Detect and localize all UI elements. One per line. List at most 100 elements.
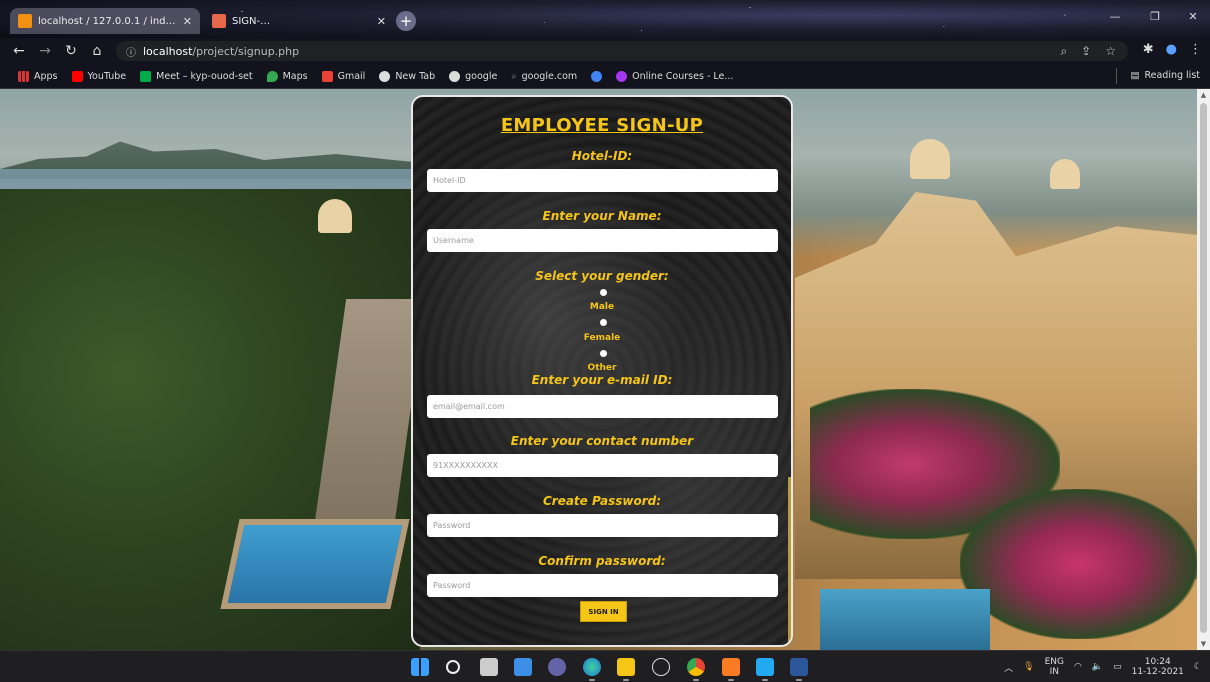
- page-scrollbar[interactable]: ▲ ▼: [1197, 89, 1210, 650]
- windows-start-icon[interactable]: [411, 658, 429, 676]
- word-icon[interactable]: [790, 658, 808, 681]
- tray-chevron-icon[interactable]: ︿: [1004, 661, 1013, 674]
- teams-chat-icon[interactable]: [548, 658, 566, 676]
- forward-arrow-icon[interactable]: →: [32, 43, 58, 59]
- battery-icon[interactable]: ▭: [1113, 662, 1122, 672]
- system-tray: ︿ 🎙 ENG IN ◠ 🔈 ▭ 10:24 11-12-2021 ☾: [1004, 657, 1202, 677]
- bookmark-divider: [1116, 68, 1118, 84]
- wifi-icon[interactable]: ◠: [1074, 662, 1082, 672]
- background-dome: [1050, 159, 1080, 189]
- password-input[interactable]: [427, 514, 778, 537]
- bookmark-apps[interactable]: Apps: [18, 70, 58, 82]
- background-pool: [220, 519, 410, 609]
- background-pool: [820, 589, 990, 650]
- file-explorer-icon[interactable]: [617, 658, 635, 681]
- dell-icon[interactable]: [652, 658, 670, 676]
- back-arrow-icon[interactable]: ←: [6, 43, 32, 59]
- scroll-up-icon[interactable]: ▲: [1197, 91, 1210, 99]
- confirm-password-label: Confirm password:: [538, 554, 666, 568]
- signup-favicon-icon: [212, 14, 226, 28]
- volume-icon[interactable]: 🔈: [1092, 662, 1103, 672]
- restore-icon[interactable]: ❐: [1142, 8, 1168, 26]
- gmail-icon: [321, 70, 333, 82]
- bookmark-google-com[interactable]: ⌕ google.com: [511, 71, 577, 82]
- bookmark-label: Meet – kyp-ouod-set: [156, 70, 253, 82]
- gender-option-label: Male: [589, 302, 615, 312]
- extensions-puzzle-icon[interactable]: ✱: [1143, 42, 1154, 57]
- email-label: Enter your e-mail ID:: [531, 373, 673, 387]
- scroll-down-icon[interactable]: ▼: [1197, 640, 1210, 648]
- region-label: IN: [1049, 667, 1059, 677]
- bookmark-youtube[interactable]: YouTube: [71, 70, 127, 82]
- clock-date: 11-12-2021: [1131, 667, 1184, 677]
- google-g-icon: [591, 70, 603, 82]
- bookmark-star-icon[interactable]: ☆: [1105, 44, 1116, 59]
- close-window-icon[interactable]: ✕: [1180, 8, 1206, 26]
- email-input[interactable]: [427, 395, 778, 418]
- menu-dots-icon[interactable]: ⋮: [1189, 42, 1202, 57]
- bookmarks-bar: Apps YouTube Meet – kyp-ouod-set Maps Gm…: [0, 64, 1210, 89]
- bookmark-label: google: [465, 70, 498, 82]
- home-icon[interactable]: ⌂: [84, 43, 110, 59]
- tab-phpmyadmin[interactable]: localhost / 127.0.0.1 / indrapras ✕: [10, 8, 200, 34]
- youtube-icon: [71, 70, 83, 82]
- background-dome: [318, 199, 352, 233]
- language-indicator[interactable]: ENG IN: [1045, 657, 1064, 677]
- url-host: localhost: [143, 44, 193, 58]
- close-tab-icon[interactable]: ✕: [183, 15, 192, 28]
- globe-icon: [379, 70, 391, 82]
- bookmark-label: google.com: [521, 70, 578, 82]
- bookmark-google-g[interactable]: [591, 70, 603, 82]
- reading-list-button[interactable]: ▤ Reading list: [1116, 68, 1200, 84]
- scrollbar-thumb[interactable]: [1200, 103, 1207, 633]
- search-icon[interactable]: [446, 660, 460, 674]
- search-icon: ⌕: [511, 70, 517, 82]
- profile-avatar-icon[interactable]: ●: [1166, 42, 1177, 57]
- bookmark-label: YouTube: [87, 70, 127, 82]
- new-tab-button[interactable]: +: [396, 11, 416, 31]
- gender-option-label: Female: [583, 333, 621, 343]
- confirm-password-input[interactable]: [427, 574, 778, 597]
- minimize-icon[interactable]: —: [1102, 8, 1128, 26]
- bookmark-label: Maps: [282, 70, 308, 82]
- bookmark-maps[interactable]: Maps: [266, 70, 308, 82]
- task-view-icon[interactable]: [480, 658, 498, 676]
- courses-icon: [616, 70, 628, 82]
- bookmark-new-tab[interactable]: New Tab: [379, 70, 435, 82]
- apps-grid-icon: [18, 70, 29, 82]
- edge-browser-icon[interactable]: [583, 658, 601, 681]
- bookmark-gmail[interactable]: Gmail: [321, 70, 365, 82]
- hotel-id-input[interactable]: [427, 169, 778, 192]
- clock[interactable]: 10:24 11-12-2021: [1132, 657, 1184, 677]
- xampp-icon[interactable]: [722, 658, 740, 681]
- bookmark-google[interactable]: google: [449, 70, 498, 82]
- meet-icon: [140, 70, 152, 82]
- vscode-icon[interactable]: [756, 658, 774, 681]
- microphone-icon[interactable]: 🎙: [1023, 662, 1034, 672]
- contact-number-input[interactable]: [427, 454, 778, 477]
- reload-icon[interactable]: ↻: [58, 43, 84, 59]
- tab-signup[interactable]: SIGN-UP ✕: [204, 8, 394, 34]
- sign-in-button[interactable]: SIGN IN: [580, 601, 627, 622]
- chrome-icon[interactable]: [687, 658, 705, 681]
- tab-title: localhost / 127.0.0.1 / indrapras: [38, 15, 177, 27]
- bookmark-meet[interactable]: Meet – kyp-ouod-set: [140, 70, 253, 82]
- clock-time: 10:24: [1144, 657, 1171, 667]
- site-info-icon[interactable]: ⓘ: [126, 44, 136, 59]
- hotel-id-label: Hotel-ID:: [571, 149, 633, 163]
- url-path: /project/signup.php: [192, 44, 300, 58]
- bookmark-online-courses[interactable]: Online Courses - Le...: [616, 70, 733, 82]
- close-tab-icon[interactable]: ✕: [377, 15, 386, 28]
- gender-option-label: Other: [587, 363, 617, 373]
- zoom-search-icon[interactable]: ⌕: [1060, 44, 1067, 59]
- address-bar[interactable]: ⓘ localhost/project/signup.php ⌕ ⇪ ☆: [116, 41, 1128, 61]
- username-input[interactable]: [427, 229, 778, 252]
- gender-radio-female[interactable]: [600, 319, 607, 326]
- globe-icon: [449, 70, 461, 82]
- gender-radio-other[interactable]: [600, 350, 607, 357]
- gender-radio-male[interactable]: [600, 289, 607, 296]
- phpmyadmin-favicon-icon: [18, 14, 32, 28]
- share-icon[interactable]: ⇪: [1081, 44, 1091, 59]
- widgets-icon[interactable]: [514, 658, 532, 676]
- notification-moon-icon[interactable]: ☾: [1194, 662, 1202, 672]
